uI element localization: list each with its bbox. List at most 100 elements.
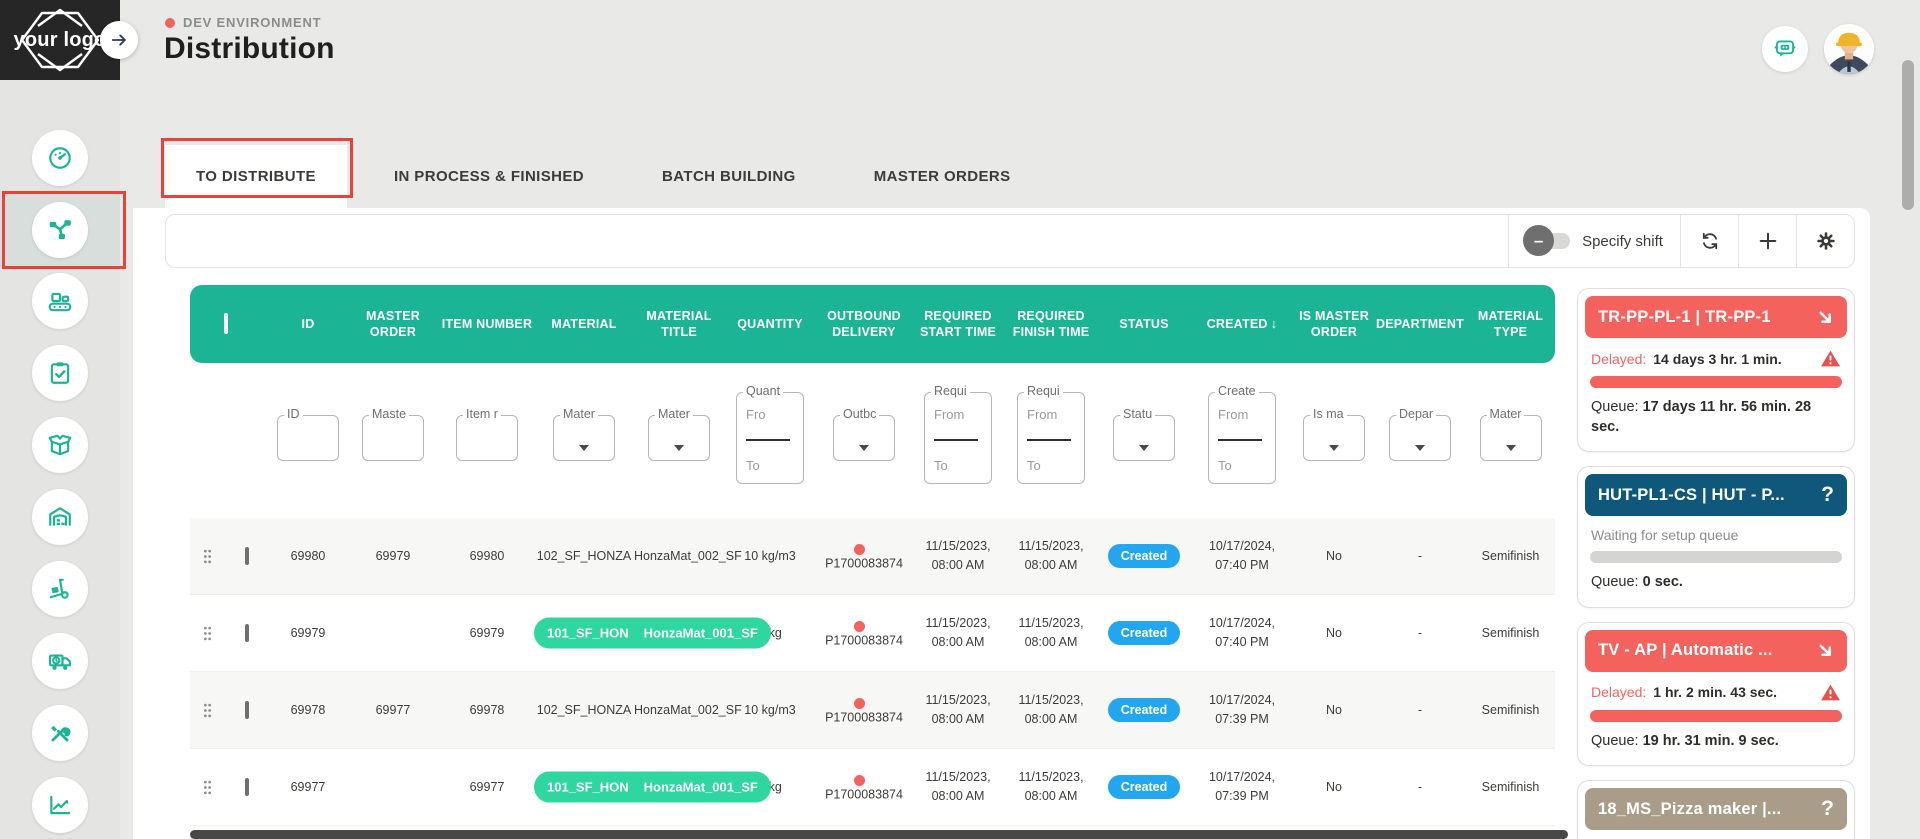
filter-field[interactable]: Depar xyxy=(1389,415,1451,461)
cell-material-title: HonzaMat_002_SF xyxy=(634,549,724,563)
column-header[interactable]: MATERIAL TYPE xyxy=(1466,308,1555,341)
machine-card-header[interactable]: 18_MS_Pizza maker |... ? xyxy=(1585,788,1847,830)
tab[interactable]: BATCH BUILDING xyxy=(631,145,827,208)
drag-handle[interactable] xyxy=(190,780,224,795)
add-button[interactable] xyxy=(1738,215,1796,267)
warehouse-icon xyxy=(47,504,73,530)
machine-queue-card[interactable]: 18_MS_Pizza maker |... ? Waiting for set… xyxy=(1577,780,1855,839)
filter-field[interactable]: Requi From To xyxy=(1017,392,1085,484)
sort-desc-icon[interactable]: ↓ xyxy=(1271,316,1278,331)
filter-field[interactable]: Outbc xyxy=(833,415,895,461)
filter-field[interactable]: ID xyxy=(277,415,339,461)
cell-outbound-delivery: P1700083874 xyxy=(816,619,912,648)
toggle-knob: – xyxy=(1523,225,1554,256)
column-header[interactable]: REQUIRED START TIME xyxy=(912,308,1004,341)
sidebar-item-tools[interactable] xyxy=(32,705,88,761)
table-body: 69980 69979 69980 102_SF_HONZA HonzaMat_… xyxy=(190,518,1555,826)
table-row[interactable]: 69978 69977 69978 102_SF_HONZA HonzaMat_… xyxy=(190,672,1555,749)
range-from-label[interactable]: From xyxy=(1027,407,1075,422)
dropdown-caret-icon[interactable] xyxy=(1415,445,1425,451)
row-checkbox[interactable] xyxy=(245,547,249,565)
filter-field[interactable]: Mater xyxy=(648,415,710,461)
cell-created: 10/17/2024, 07:39 PM xyxy=(1190,691,1294,729)
specify-shift-toggle[interactable]: – xyxy=(1526,233,1570,249)
filter-field[interactable]: Statu xyxy=(1113,415,1175,461)
dropdown-caret-icon[interactable] xyxy=(579,445,589,451)
refresh-icon xyxy=(1699,230,1721,252)
table-row[interactable]: 69979 69979 101_SF_HONHonzaMat_001_SF 1 … xyxy=(190,595,1555,672)
machine-queue-card[interactable]: TV - AP | Automatic ... Delayed: 1 hr. 2… xyxy=(1577,622,1855,767)
filter-field[interactable]: Quant Fro To xyxy=(736,392,804,484)
table-row[interactable]: 69977 69977 101_SF_HONHonzaMat_001_SF 1 … xyxy=(190,749,1555,826)
column-header[interactable]: CREATED↓ xyxy=(1190,316,1294,333)
filter-label: Is ma xyxy=(1310,407,1347,421)
range-from-label[interactable]: From xyxy=(1218,407,1266,422)
dropdown-caret-icon[interactable] xyxy=(859,445,869,451)
cell-status: Created xyxy=(1098,544,1190,568)
sidebar-item-delivery[interactable] xyxy=(32,633,88,689)
dropdown-caret-icon[interactable] xyxy=(1329,445,1339,451)
range-to-label[interactable]: To xyxy=(746,458,794,473)
filter-field[interactable]: Mater xyxy=(553,415,615,461)
vertical-scrollbar[interactable] xyxy=(1902,60,1914,210)
sidebar-item-dashboard[interactable] xyxy=(32,130,88,186)
tab[interactable]: TO DISTRIBUTE xyxy=(165,145,347,208)
filter-field[interactable]: Mater xyxy=(1480,415,1542,461)
row-checkbox[interactable] xyxy=(245,701,249,719)
column-header[interactable]: ITEM NUMBER xyxy=(440,316,534,332)
sidebar-collapse-button[interactable] xyxy=(100,21,138,59)
sidebar-item-analytics[interactable] xyxy=(32,777,88,833)
cell-material-type: Semifinish xyxy=(1466,549,1555,563)
drag-handle[interactable] xyxy=(190,703,224,718)
filter-field[interactable]: Is ma xyxy=(1303,415,1365,461)
dropdown-caret-icon[interactable] xyxy=(1139,445,1149,451)
settings-button[interactable] xyxy=(1796,215,1854,267)
column-header[interactable]: REQUIRED FINISH TIME xyxy=(1004,308,1098,341)
column-header[interactable]: ID xyxy=(270,316,346,332)
sidebar-item-warehouse[interactable] xyxy=(32,489,88,545)
tab[interactable]: IN PROCESS & FINISHED xyxy=(363,145,615,208)
machine-queue-card[interactable]: HUT-PL1-CS | HUT - P... ? Waiting for se… xyxy=(1577,466,1855,608)
sidebar-item-packing[interactable] xyxy=(32,417,88,473)
dropdown-caret-icon[interactable] xyxy=(1506,445,1516,451)
filter-field[interactable]: Item r xyxy=(456,415,518,461)
range-from-label[interactable]: Fro xyxy=(746,407,794,422)
sidebar-item-material-handling[interactable] xyxy=(32,561,88,617)
machine-card-header[interactable]: HUT-PL1-CS | HUT - P... ? xyxy=(1585,474,1847,516)
filter-field[interactable]: Maste xyxy=(362,415,424,461)
column-header[interactable]: QUANTITY xyxy=(724,316,816,332)
machine-card-header[interactable]: TV - AP | Automatic ... xyxy=(1585,630,1847,672)
dropdown-caret-icon[interactable] xyxy=(674,445,684,451)
range-to-label[interactable]: To xyxy=(1027,458,1075,473)
horizontal-scrollbar[interactable] xyxy=(190,830,1568,839)
tab[interactable]: MASTER ORDERS xyxy=(843,145,1042,208)
range-to-label[interactable]: To xyxy=(934,458,982,473)
sidebar-item-production[interactable] xyxy=(32,273,88,329)
row-checkbox[interactable] xyxy=(245,624,249,642)
drag-handle[interactable] xyxy=(190,626,224,641)
sidebar-item-distribution[interactable] xyxy=(32,202,88,258)
cell-outbound-delivery: P1700083874 xyxy=(816,542,912,571)
refresh-button[interactable] xyxy=(1680,215,1738,267)
machine-queue-card[interactable]: TR-PP-PL-1 | TR-PP-1 Delayed: 14 days 3 … xyxy=(1577,288,1855,452)
column-header[interactable]: STATUS xyxy=(1098,316,1190,332)
tab-label: BATCH BUILDING xyxy=(662,168,796,185)
column-header[interactable]: MASTER ORDER xyxy=(346,308,440,341)
column-header[interactable]: MATERIAL TITLE xyxy=(634,308,724,341)
select-all-checkbox[interactable] xyxy=(224,313,228,334)
column-header[interactable]: MATERIAL xyxy=(534,316,634,332)
machine-card-header[interactable]: TR-PP-PL-1 | TR-PP-1 xyxy=(1585,296,1847,338)
filter-field[interactable]: Create From To xyxy=(1208,392,1276,484)
user-avatar[interactable] xyxy=(1824,24,1874,74)
column-header[interactable]: IS MASTER ORDER xyxy=(1294,308,1374,341)
sidebar-item-tasks[interactable] xyxy=(32,345,88,401)
column-header[interactable]: DEPARTMENT xyxy=(1374,316,1466,332)
row-checkbox[interactable] xyxy=(245,778,249,796)
column-header[interactable]: OUTBOUND DELIVERY xyxy=(816,308,912,341)
range-to-label[interactable]: To xyxy=(1218,458,1266,473)
table-row[interactable]: 69980 69979 69980 102_SF_HONZA HonzaMat_… xyxy=(190,518,1555,595)
chatbot-button[interactable] xyxy=(1762,26,1808,72)
filter-field[interactable]: Requi From To xyxy=(924,392,992,484)
range-from-label[interactable]: From xyxy=(934,407,982,422)
drag-handle[interactable] xyxy=(190,549,224,564)
